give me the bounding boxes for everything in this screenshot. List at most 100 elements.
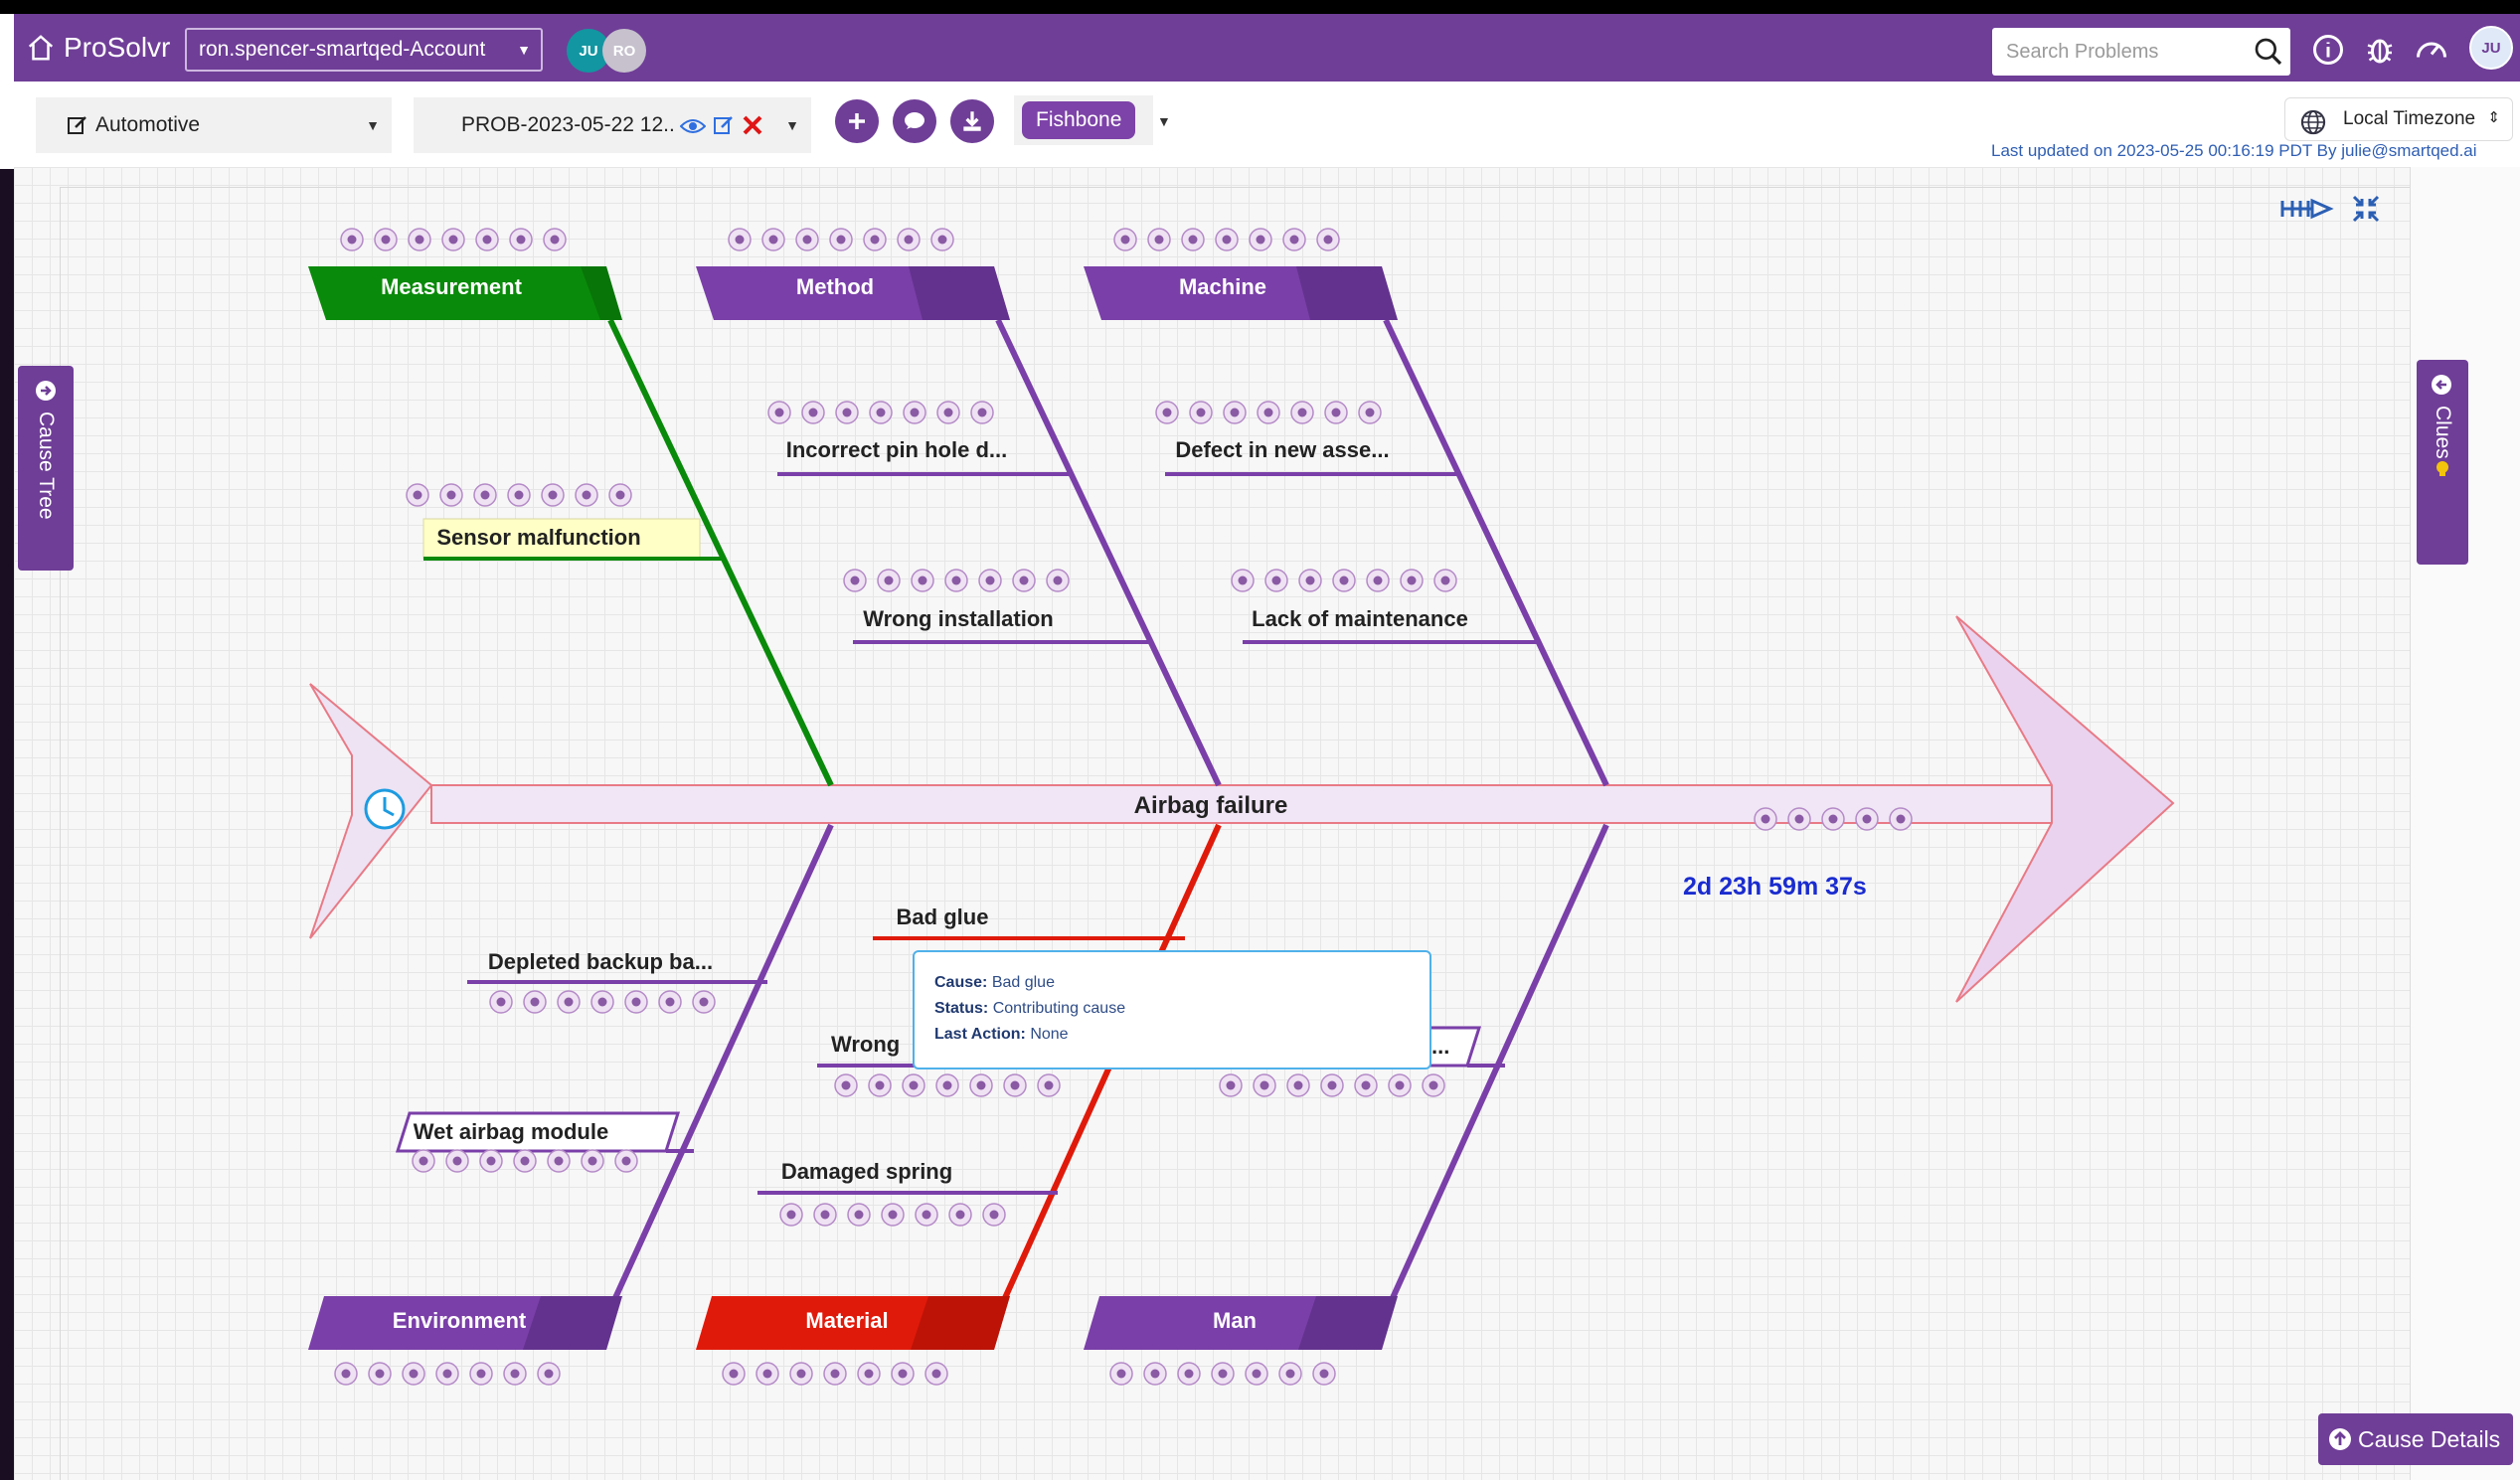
icon-glyph [909,1080,919,1090]
arrow-circle-left-icon [2432,375,2451,395]
avatar[interactable]: RO [602,29,646,73]
icon-glyph [415,235,424,245]
icon-glyph [516,235,526,245]
icon-glyph [836,235,846,245]
icon-glyph [520,1156,530,1166]
category-man[interactable]: Man [1084,1296,1398,1350]
icon-glyph [841,1080,851,1090]
cause-damaged-spring[interactable]: Damaged spring [757,1159,1058,1195]
cause-lack-of-maintenance[interactable]: Lack of maintenance [1243,606,1539,644]
chevron-down-icon[interactable]: ▼ [1157,113,1171,129]
top-navbar: ProSolvr ron.spencer-smartqed-Account ▼ … [14,14,2520,82]
cause-bad-glue[interactable]: Bad glue [873,904,1185,940]
cause-incorrect-pin-hole[interactable]: Incorrect pin hole d... [777,437,1074,476]
cause-tree-tab[interactable]: Cause Tree [18,366,74,571]
edit-icon[interactable] [66,113,89,137]
category-material[interactable]: Material [696,1296,1010,1350]
icon-glyph [870,235,880,245]
user-avatar[interactable]: JU [2469,26,2513,70]
icon-glyph [1162,408,1172,417]
brand-home-link[interactable]: ProSolvr [26,30,170,66]
lightbulb-icon [2436,461,2448,476]
tooltip-action-row: Last Action: None [934,1026,1069,1043]
icon-glyph [510,1369,520,1379]
icon-glyph [937,235,947,245]
view-fishbone-pill[interactable]: Fishbone [1022,101,1136,139]
eye-icon[interactable] [680,115,706,137]
icon-glyph [942,1080,952,1090]
icon-glyph [1044,1080,1054,1090]
problem-toolbar: Automotive ▼ PROB-2023-05-22 12.. ▼ Fish… [14,82,2520,167]
edit-icon[interactable] [712,113,736,137]
icon-glyph [597,997,607,1007]
svg-text:Damaged spring: Damaged spring [781,1159,952,1184]
cause-wrong-installation[interactable]: Wrong installation [853,606,1153,644]
icon-glyph [621,1156,631,1166]
icon-glyph [898,1369,908,1379]
icon-glyph [448,235,458,245]
bone-machine [1383,318,1609,787]
svg-text:Material: Material [805,1308,888,1333]
collapse-icon[interactable] [2352,195,2380,223]
last-updated-text: Last updated on 2023-05-25 00:16:19 PDT … [1991,141,2477,160]
icon-glyph [1440,576,1450,585]
dashboard-gauge-icon[interactable] [2414,32,2449,68]
fishbone-diagram: Measurement Method Machine Environment M… [308,195,2380,1386]
icon-glyph [1428,1080,1438,1090]
cause-sensor-malfunction[interactable]: Sensor malfunction [422,518,722,561]
download-button[interactable] [950,99,994,143]
timezone-selector[interactable]: Local Timezone ⇕ [2284,97,2513,141]
icon-glyph [347,235,357,245]
bug-icon[interactable] [2362,32,2398,68]
category-measurement[interactable]: Measurement [308,266,622,320]
search-icon[interactable] [2253,36,2284,68]
icon-glyph [989,1210,999,1220]
problem-statement[interactable]: Airbag failure [1134,792,1288,819]
close-icon[interactable] [742,114,763,136]
category-machine[interactable]: Machine [1084,266,1398,320]
icon-glyph [735,235,745,245]
clock-icon[interactable] [364,788,406,830]
account-selector[interactable]: ron.spencer-smartqed-Account ▼ [185,28,543,72]
icon-glyph [854,1210,864,1220]
search-input[interactable]: Search Problems [1992,28,2290,76]
fishbone-canvas[interactable]: Measurement Method Machine Environment M… [14,167,2520,1480]
cause-depleted-backup[interactable]: Depleted backup ba... [467,949,767,984]
chevron-down-icon: ▼ [366,117,380,133]
svg-text:Wrong: Wrong [831,1032,900,1057]
icon-glyph [762,1369,772,1379]
icon-glyph [699,997,709,1007]
cause-wet-airbag-module[interactable]: Wet airbag module [395,1111,694,1153]
icon-glyph [446,490,456,500]
icon-glyph [1339,576,1349,585]
icon-glyph [918,576,927,585]
add-button[interactable] [835,99,879,143]
cause-defect-new-assembly[interactable]: Defect in new asse... [1165,437,1461,476]
icon-glyph [375,1369,385,1379]
icon-glyph [1271,576,1281,585]
category-environment[interactable]: Environment [308,1296,622,1350]
icon-glyph [413,490,422,500]
category-method[interactable]: Method [696,266,1010,320]
problem-id: PROB-2023-05-22 12.. [461,113,675,136]
icon-glyph [665,997,675,1007]
problem-dropdown[interactable]: PROB-2023-05-22 12.. ▼ [414,97,811,153]
cause-details-label: Cause Details [2358,1425,2501,1452]
icon-glyph [1331,408,1341,417]
comment-button[interactable] [893,99,936,143]
fishbone-view-icon[interactable] [2280,198,2334,220]
account-name: ron.spencer-smartqed-Account [199,38,486,61]
icon-glyph [1297,408,1307,417]
cause-details-button[interactable]: Cause Details [2318,1413,2513,1465]
left-edge-strip [0,169,14,1480]
info-icon[interactable] [2310,32,2346,68]
industry-dropdown[interactable]: Automotive ▼ [36,97,392,153]
bone-environment [611,823,834,1302]
icon-glyph [1116,1369,1126,1379]
icon-glyph [588,1156,597,1166]
globe-icon [2300,109,2326,135]
icon-glyph [1218,1369,1228,1379]
icon-glyph [1761,814,1770,824]
icon-glyph [1238,576,1248,585]
clues-tab[interactable]: Clues [2417,360,2468,565]
